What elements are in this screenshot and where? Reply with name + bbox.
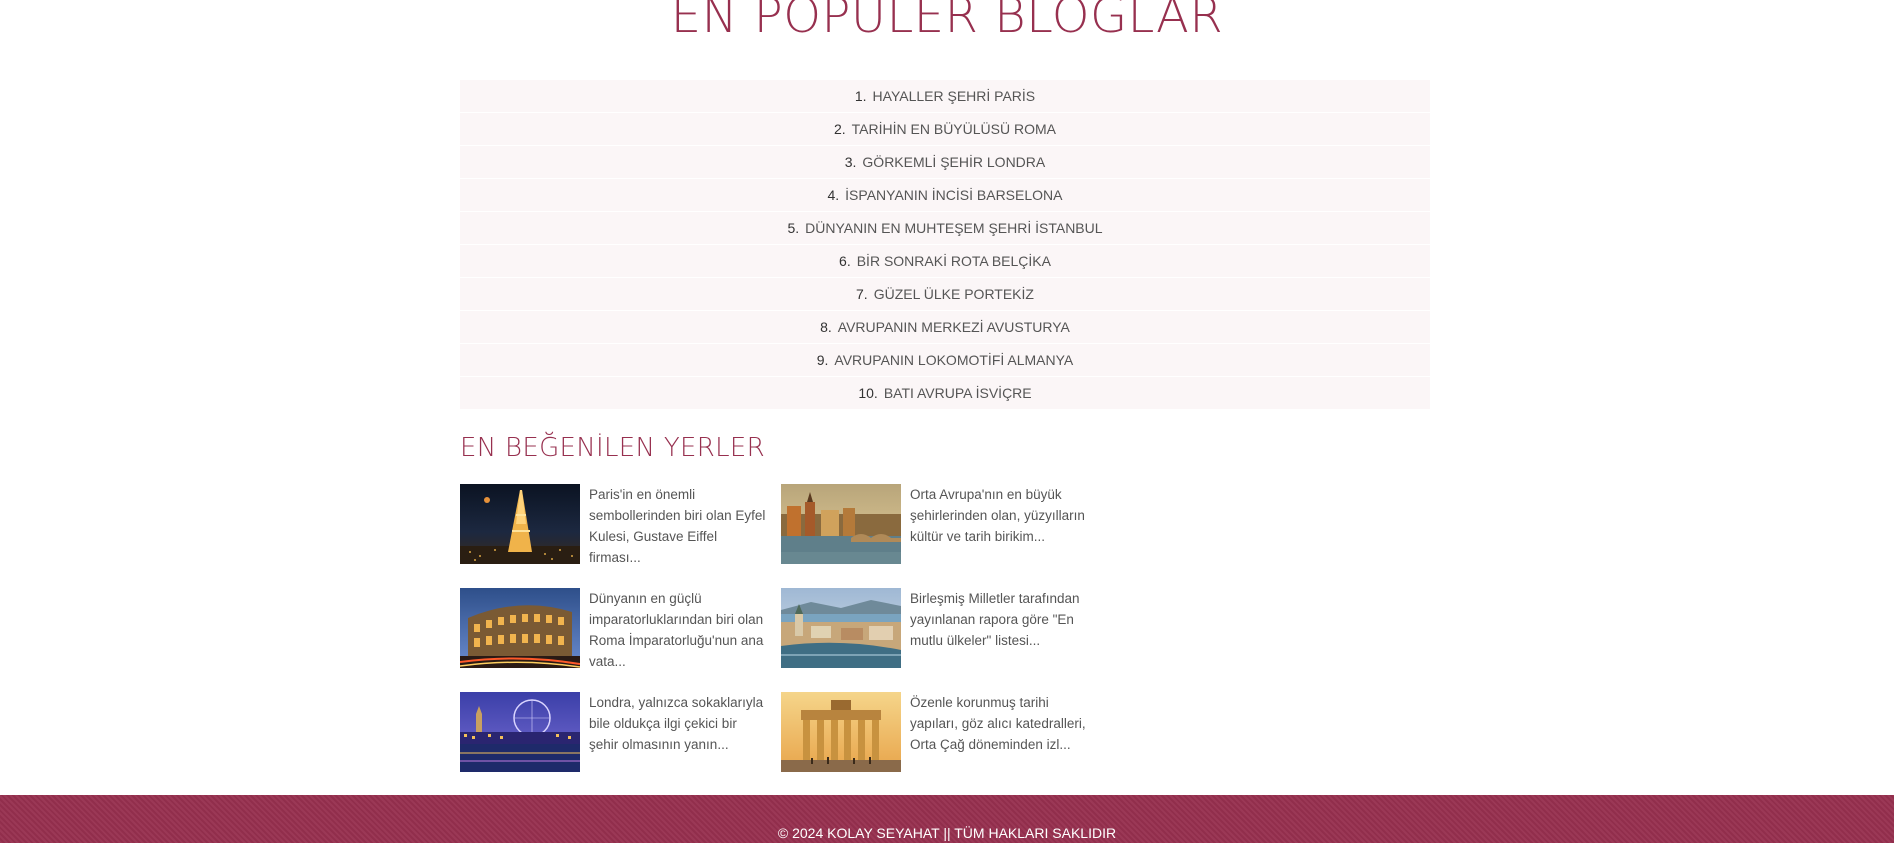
place-excerpt[interactable]: Özenle korunmuş tarihi yapıları, göz alı… (910, 692, 1090, 772)
place-excerpt[interactable]: Dünyanın en güçlü imparatorluklarından b… (589, 588, 769, 669)
list-item[interactable]: 8. AVRUPANIN MERKEZİ AVUSTURYA (460, 311, 1430, 344)
blog-link[interactable]: GÜZEL ÜLKE PORTEKİZ (874, 286, 1034, 302)
eiffel-tower-image (460, 484, 580, 564)
list-item-number: 4. (827, 187, 840, 203)
brandenburg-gate-image (781, 692, 901, 772)
list-item[interactable]: 1. HAYALLER ŞEHRİ PARİS (460, 80, 1430, 113)
place-thumbnail[interactable] (460, 692, 580, 772)
list-item-number: 1. (854, 88, 867, 104)
list-item[interactable]: 9. AVRUPANIN LOKOMOTİFİ ALMANYA (460, 344, 1430, 377)
site-footer: © 2024 KOLAY SEYAHAT || TÜM HAKLARI SAKL… (0, 795, 1894, 843)
copyright-text: © 2024 KOLAY SEYAHAT || TÜM HAKLARI SAKL… (777, 825, 1117, 841)
list-item-number: 8. (820, 319, 832, 335)
list-item-number: 10. (858, 385, 878, 401)
liked-places-title: EN BEĞENİLEN YERLER (460, 433, 765, 463)
blog-link[interactable]: BATI AVRUPA İSVİÇRE (884, 385, 1032, 401)
list-item-number: 3. (844, 154, 857, 170)
place-excerpt[interactable]: Paris'in en önemli sembollerinden biri o… (589, 484, 769, 565)
place-card-prague[interactable]: Orta Avrupa'nın en büyük şehirlerinden o… (781, 484, 1102, 564)
place-card-rome[interactable]: Dünyanın en güçlü imparatorluklarından b… (460, 588, 781, 669)
list-item[interactable]: 7. GÜZEL ÜLKE PORTEKİZ (460, 278, 1430, 311)
place-thumbnail[interactable] (781, 484, 901, 564)
list-item-number: 9. (816, 352, 829, 368)
blog-link[interactable]: AVRUPANIN MERKEZİ AVUSTURYA (838, 319, 1070, 335)
zurich-image (781, 588, 901, 668)
popular-blogs-title: EN POPÜLER BLOGLAR (670, 0, 1224, 44)
blog-link[interactable]: TARİHİN EN BÜYÜLÜSÜ ROMA (852, 121, 1056, 137)
place-thumbnail[interactable] (781, 588, 901, 668)
place-excerpt[interactable]: Birleşmiş Milletler tarafından yayınlana… (910, 588, 1090, 668)
list-item[interactable]: 3. GÖRKEMLİ ŞEHİR LONDRA (460, 146, 1430, 179)
place-card-berlin[interactable]: Özenle korunmuş tarihi yapıları, göz alı… (781, 692, 1102, 772)
london-eye-image (460, 692, 580, 772)
list-item-number: 5. (787, 220, 800, 236)
list-item[interactable]: 4. İSPANYANIN İNCİSİ BARSELONA (460, 179, 1430, 212)
place-card-paris[interactable]: Paris'in en önemli sembollerinden biri o… (460, 484, 781, 565)
place-excerpt[interactable]: Orta Avrupa'nın en büyük şehirlerinden o… (910, 484, 1090, 564)
list-item[interactable]: 5. DÜNYANIN EN MUHTEŞEM ŞEHRİ İSTANBUL (460, 212, 1430, 245)
place-thumbnail[interactable] (460, 484, 580, 564)
popular-blogs-list: 1. HAYALLER ŞEHRİ PARİS 2. TARİHİN EN BÜ… (460, 80, 1430, 410)
place-thumbnail[interactable] (460, 588, 580, 668)
place-card-zurich[interactable]: Birleşmiş Milletler tarafından yayınlana… (781, 588, 1102, 668)
prague-river-image (781, 484, 901, 564)
place-card-london[interactable]: Londra, yalnızca sokaklarıyla bile olduk… (460, 692, 781, 772)
list-item[interactable]: 2. TARİHİN EN BÜYÜLÜSÜ ROMA (460, 113, 1430, 146)
list-item-number: 6. (839, 253, 851, 269)
blog-link[interactable]: HAYALLER ŞEHRİ PARİS (873, 88, 1036, 104)
list-item[interactable]: 10. BATI AVRUPA İSVİÇRE (460, 377, 1430, 410)
blog-link[interactable]: GÖRKEMLİ ŞEHİR LONDRA (862, 154, 1045, 170)
liked-places-grid: Paris'in en önemli sembollerinden biri o… (460, 484, 1100, 772)
blog-link[interactable]: İSPANYANIN İNCİSİ BARSELONA (845, 187, 1062, 203)
list-item-number: 2. (833, 121, 846, 137)
place-thumbnail[interactable] (781, 692, 901, 772)
colosseum-image (460, 588, 580, 668)
blog-link[interactable]: DÜNYANIN EN MUHTEŞEM ŞEHRİ İSTANBUL (805, 220, 1102, 236)
list-item-number: 7. (856, 286, 868, 302)
blog-link[interactable]: BİR SONRAKİ ROTA BELÇİKA (857, 253, 1051, 269)
place-excerpt[interactable]: Londra, yalnızca sokaklarıyla bile olduk… (589, 692, 769, 772)
blog-link[interactable]: AVRUPANIN LOKOMOTİFİ ALMANYA (834, 352, 1073, 368)
list-item[interactable]: 6. BİR SONRAKİ ROTA BELÇİKA (460, 245, 1430, 278)
